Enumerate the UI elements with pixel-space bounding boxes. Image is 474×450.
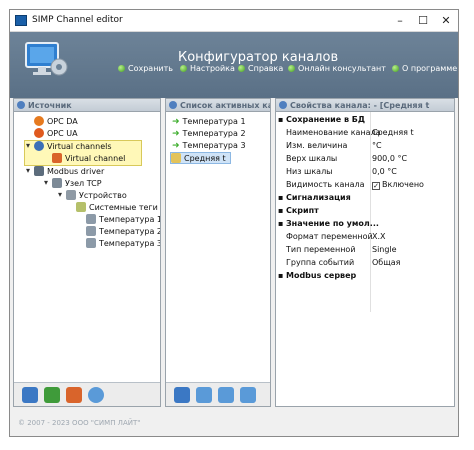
arrow-right-icon: ➜ [172, 117, 180, 127]
section-script[interactable]: ▪ Скрипт [276, 204, 454, 217]
source-header-icon [17, 101, 25, 109]
menu-online-consultant[interactable]: Онлайн консультант [288, 64, 386, 76]
copyright-text: © 2007 - 2023 ООО "СИМП ЛАЙТ" [18, 419, 141, 427]
virtual-channel-icon [171, 153, 181, 163]
add-source-icon[interactable] [22, 387, 38, 403]
modbus-driver-icon [34, 166, 44, 176]
expand-icon: ▪ [278, 193, 284, 202]
minimize-icon[interactable]: – [392, 13, 408, 29]
menu-save[interactable]: Сохранить [118, 64, 173, 76]
menu-settings[interactable]: Настройка [180, 64, 235, 76]
tcp-node-icon [52, 178, 62, 188]
active-channels-panel: Список активных кана ➜Температура 1 ➜Тем… [165, 98, 271, 407]
virtual-channels-icon [34, 141, 44, 151]
save-icon[interactable] [174, 387, 190, 403]
tree-item-virtual-channels[interactable]: Virtual channels [34, 141, 112, 153]
menu-help[interactable]: Справка [238, 64, 283, 76]
add-device-icon[interactable] [44, 387, 60, 403]
tag-icon [86, 238, 96, 248]
tree-item-temperature-2[interactable]: Температура 2 [86, 226, 160, 238]
title-bar: SIMP Channel editor – ☐ ✕ [10, 10, 458, 32]
system-tags-icon [76, 202, 86, 212]
collapse-modbus-driver-icon[interactable]: ▾ [26, 166, 30, 175]
monitor-gear-logo-icon [25, 42, 68, 76]
tree-item-temperature-1[interactable]: Температура 1 [86, 214, 160, 226]
menu-about[interactable]: О программе [392, 64, 457, 76]
about-dot-icon [392, 65, 399, 72]
chart-icon[interactable] [240, 387, 256, 403]
opc-ua-icon [34, 128, 44, 138]
window-icon[interactable] [218, 387, 234, 403]
section-default-value[interactable]: ▪ Значение по умол... [276, 217, 454, 230]
device-icon [66, 190, 76, 200]
help-dot-icon [238, 65, 245, 72]
page-title: Конфигуратор каналов [178, 50, 339, 65]
properties-header-icon [279, 101, 287, 109]
source-panel-title: Источник [28, 101, 72, 110]
tree-item-virtual-channel[interactable]: Virtual channel [52, 153, 125, 165]
properties-panel-title: Свойства канала: - [Средняя t [290, 101, 430, 110]
active-item-temperature-2[interactable]: ➜ Температура 2 [172, 128, 246, 140]
add-channel-icon[interactable] [66, 387, 82, 403]
opc-da-icon [34, 116, 44, 126]
arrow-right-icon: ➜ [172, 141, 180, 151]
source-panel: Источник OPC DA OPC UA ▾ Virtual channel… [13, 98, 161, 407]
prop-channel-name[interactable]: Наименование канала Средняя t [276, 126, 454, 139]
active-list-header-icon [169, 101, 177, 109]
collapse-icon: ▪ [278, 219, 284, 228]
status-bar: © 2007 - 2023 ООО "СИМП ЛАЙТ" [10, 408, 458, 436]
section-modbus-server[interactable]: ▪ Modbus сервер [276, 269, 454, 282]
collapse-icon: ▪ [278, 115, 284, 124]
collapse-virtual-channels-icon[interactable]: ▾ [26, 141, 30, 150]
tree-item-device[interactable]: Устройство [66, 190, 127, 202]
properties-panel: Свойства канала: - [Средняя t ▪ Сохранен… [275, 98, 455, 407]
tag-icon [86, 214, 96, 224]
expand-icon: ▪ [278, 206, 284, 215]
tree-item-opc-da[interactable]: OPC DA [34, 116, 78, 128]
close-icon[interactable]: ✕ [438, 13, 454, 29]
maximize-icon[interactable]: ☐ [415, 13, 431, 29]
active-toolbar [166, 382, 270, 406]
prop-variable-type[interactable]: Тип переменной Single [276, 243, 454, 256]
tree-item-tcp-node[interactable]: Узел TCP [52, 178, 102, 190]
section-signaling[interactable]: ▪ Сигнализация [276, 191, 454, 204]
collapse-device-icon[interactable]: ▾ [58, 190, 62, 199]
settings-dot-icon [180, 65, 187, 72]
prop-scale-bottom[interactable]: Низ шкалы 0,0 °C [276, 165, 454, 178]
prop-visibility[interactable]: Видимость канала ✓ Включено [276, 178, 454, 191]
tree-item-system-tags[interactable]: Системные теги [76, 202, 158, 214]
prop-scale-top[interactable]: Верх шкалы 900,0 °C [276, 152, 454, 165]
tree-item-modbus-driver[interactable]: Modbus driver [34, 166, 104, 178]
expand-icon: ▪ [278, 271, 284, 280]
prop-unit[interactable]: Изм. величина °C [276, 139, 454, 152]
source-toolbar [14, 382, 160, 406]
section-save-db[interactable]: ▪ Сохранение в БД [276, 113, 454, 126]
consultant-dot-icon [288, 65, 295, 72]
active-item-temperature-3[interactable]: ➜ Температура 3 [172, 140, 246, 152]
prop-event-group[interactable]: Группа событий Общая [276, 256, 454, 269]
active-item-temperature-1[interactable]: ➜ Температура 1 [172, 116, 246, 128]
arrow-right-icon: ➜ [172, 129, 180, 139]
tag-icon [86, 226, 96, 236]
tree-item-temperature-3[interactable]: Температура 3 [86, 238, 160, 250]
collapse-tcp-node-icon[interactable]: ▾ [44, 178, 48, 187]
window-title: SIMP Channel editor [32, 15, 123, 25]
virtual-channel-icon [52, 153, 62, 163]
active-panel-title: Список активных кана [180, 101, 270, 110]
save-dot-icon [118, 65, 125, 72]
app-icon [15, 15, 27, 26]
active-item-average-t[interactable]: Средняя t [170, 152, 231, 164]
export-icon[interactable] [196, 387, 212, 403]
prop-variable-format[interactable]: Формат переменной X.X [276, 230, 454, 243]
tree-item-opc-ua[interactable]: OPC UA [34, 128, 78, 140]
visibility-checkbox[interactable]: ✓ [372, 182, 380, 190]
app-window: SIMP Channel editor – ☐ ✕ Конфигуратор к… [9, 9, 459, 437]
search-icon[interactable] [88, 387, 104, 403]
